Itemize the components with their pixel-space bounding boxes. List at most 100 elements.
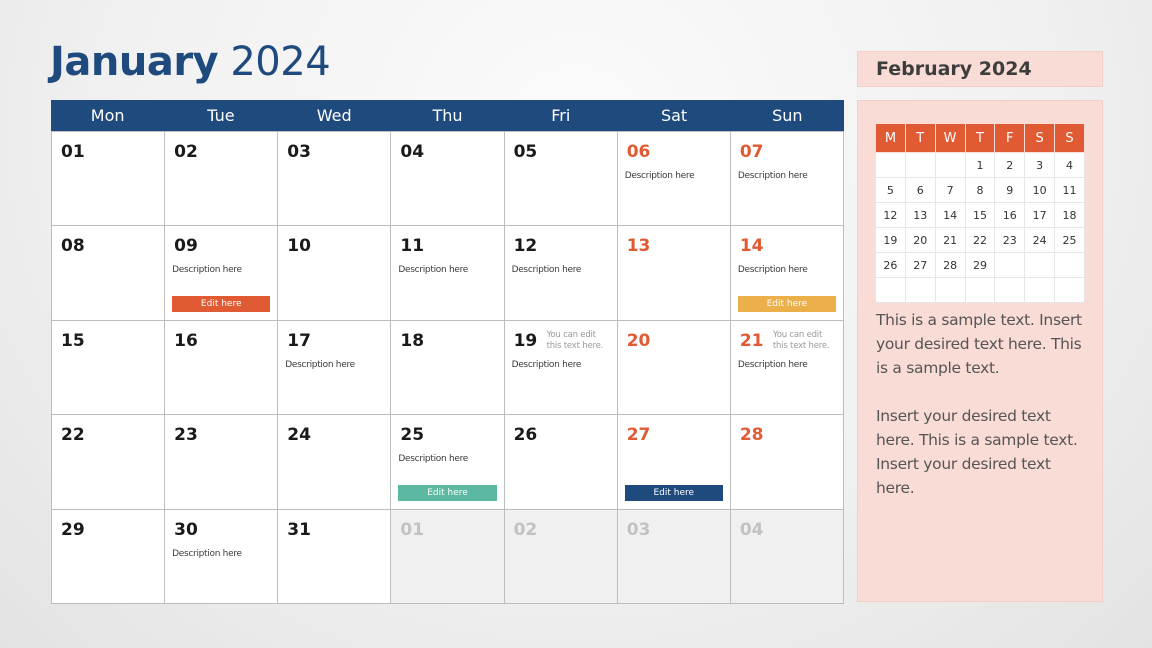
weekday-tue: Tue: [207, 106, 235, 125]
day-description[interactable]: Description here: [285, 360, 355, 370]
day-cell[interactable]: 17 Description here: [278, 320, 392, 416]
mini-weekday: T: [904, 123, 936, 153]
day-number: 10: [287, 236, 311, 257]
day-number: 11: [400, 236, 425, 257]
mini-day: [934, 277, 966, 303]
day-note[interactable]: You can edit this text here.: [547, 330, 609, 352]
day-number: 09: [174, 236, 198, 257]
mini-day: 19: [875, 227, 906, 253]
day-number: 18: [400, 330, 425, 351]
day-cell[interactable]: 15: [52, 320, 166, 416]
day-cell[interactable]: 07 Description here: [730, 132, 844, 227]
weekday-wed: Wed: [316, 106, 352, 125]
day-cell[interactable]: 06 Description here: [617, 132, 731, 227]
day-description[interactable]: Description here: [512, 360, 582, 370]
mini-week-row: 12 13 14 15 16 17 18: [875, 202, 1085, 228]
day-cell[interactable]: 10: [278, 226, 392, 321]
day-cell[interactable]: 03: [278, 132, 392, 227]
day-cell[interactable]: 12 Description here: [504, 226, 618, 321]
mini-day: [904, 277, 936, 303]
day-cell-next-month[interactable]: 01: [391, 509, 505, 604]
day-cell[interactable]: 20: [617, 320, 731, 416]
mini-day: 14: [934, 202, 966, 228]
edit-here-button[interactable]: Edit here: [737, 295, 836, 312]
day-description[interactable]: Description here: [172, 265, 242, 275]
day-cell[interactable]: 11 Description here: [391, 226, 505, 321]
mini-day: 5: [875, 177, 906, 203]
weekday-mon: Mon: [90, 106, 125, 125]
mini-day: 27: [904, 252, 936, 278]
mini-day: 18: [1054, 202, 1085, 228]
day-cell[interactable]: 19 You can edit this text here. Descriptio…: [504, 320, 618, 416]
mini-day: 13: [904, 202, 936, 228]
day-cell[interactable]: 28: [730, 415, 844, 510]
day-cell[interactable]: 21 You can edit this text here. Descriptio…: [730, 320, 844, 416]
mini-weekday: W: [934, 123, 966, 153]
day-number: 04: [400, 142, 425, 162]
day-cell[interactable]: 24: [278, 415, 392, 510]
day-cell[interactable]: 26: [504, 415, 618, 510]
sidebar-text[interactable]: This is a sample text. Insert your desir…: [876, 308, 1091, 524]
mini-day: 20: [904, 227, 936, 253]
edit-here-button[interactable]: Edit here: [398, 484, 497, 501]
day-cell[interactable]: 01: [52, 132, 166, 227]
mini-day: 22: [964, 227, 996, 253]
day-cell[interactable]: 16: [165, 320, 279, 416]
edit-here-button[interactable]: Edit here: [624, 484, 723, 501]
day-cell[interactable]: 14 Description here Edit here: [730, 226, 844, 321]
day-number: 01: [400, 519, 425, 540]
day-cell[interactable]: 27 Edit here: [617, 415, 731, 510]
title-year: 2024: [230, 39, 331, 85]
mini-weekday: M: [875, 123, 906, 153]
january-calendar: Mon Tue Wed Thu Fri Sat Sun 01 02 03 04 05 06 Descri…: [51, 100, 844, 604]
day-number: 31: [287, 519, 311, 540]
day-description[interactable]: Description here: [738, 265, 808, 275]
day-cell-next-month[interactable]: 04: [730, 509, 844, 604]
day-number: 01: [61, 142, 85, 162]
day-cell[interactable]: 09 Description here Edit here: [165, 226, 279, 321]
sidebar-paragraph[interactable]: This is a sample text. Insert your desir…: [876, 308, 1091, 380]
mini-day: [1054, 252, 1085, 278]
mini-day: 4: [1054, 152, 1085, 178]
day-cell[interactable]: 22: [52, 415, 166, 510]
day-note[interactable]: You can edit this text here.: [773, 330, 835, 352]
day-cell[interactable]: 25 Description here Edit here: [391, 415, 505, 510]
mini-day: 12: [875, 202, 906, 228]
day-description[interactable]: Description here: [625, 171, 695, 181]
day-cell-next-month[interactable]: 03: [617, 509, 731, 604]
mini-day: [1054, 277, 1085, 303]
day-cell[interactable]: 04: [391, 132, 505, 227]
day-cell[interactable]: 08: [52, 226, 166, 321]
day-description[interactable]: Description here: [738, 171, 808, 181]
day-cell[interactable]: 29: [52, 509, 166, 604]
weekday-fri: Fri: [551, 106, 571, 125]
day-description[interactable]: Description here: [398, 265, 468, 275]
day-number: 19: [513, 330, 538, 351]
day-cell[interactable]: 30 Description here: [165, 509, 279, 604]
day-description[interactable]: Description here: [172, 549, 242, 559]
day-description[interactable]: Description here: [738, 360, 808, 370]
day-cell-next-month[interactable]: 02: [504, 509, 618, 604]
weekday-sun: Sun: [772, 106, 803, 125]
day-cell[interactable]: 05: [504, 132, 618, 227]
day-cell[interactable]: 18: [391, 320, 505, 416]
mini-day: 8: [964, 177, 996, 203]
day-number: 15: [61, 330, 85, 351]
mini-day: 1: [964, 152, 996, 178]
sidebar-paragraph[interactable]: Insert your desired text here. This is a…: [876, 404, 1091, 500]
mini-day: 16: [994, 202, 1026, 228]
day-description[interactable]: Description here: [512, 265, 582, 275]
day-number: 24: [287, 425, 311, 446]
edit-here-button[interactable]: Edit here: [172, 295, 271, 312]
mini-day: [994, 252, 1026, 278]
day-number: 06: [626, 142, 651, 162]
day-cell[interactable]: 13: [617, 226, 731, 321]
day-cell[interactable]: 23: [165, 415, 279, 510]
day-description[interactable]: Description here: [398, 454, 468, 464]
day-cell[interactable]: 02: [165, 132, 279, 227]
mini-day: [904, 152, 936, 178]
day-number: 26: [513, 425, 538, 446]
day-cell[interactable]: 31: [278, 509, 392, 604]
mini-day: 23: [994, 227, 1026, 253]
mini-weekday: S: [1054, 123, 1085, 153]
